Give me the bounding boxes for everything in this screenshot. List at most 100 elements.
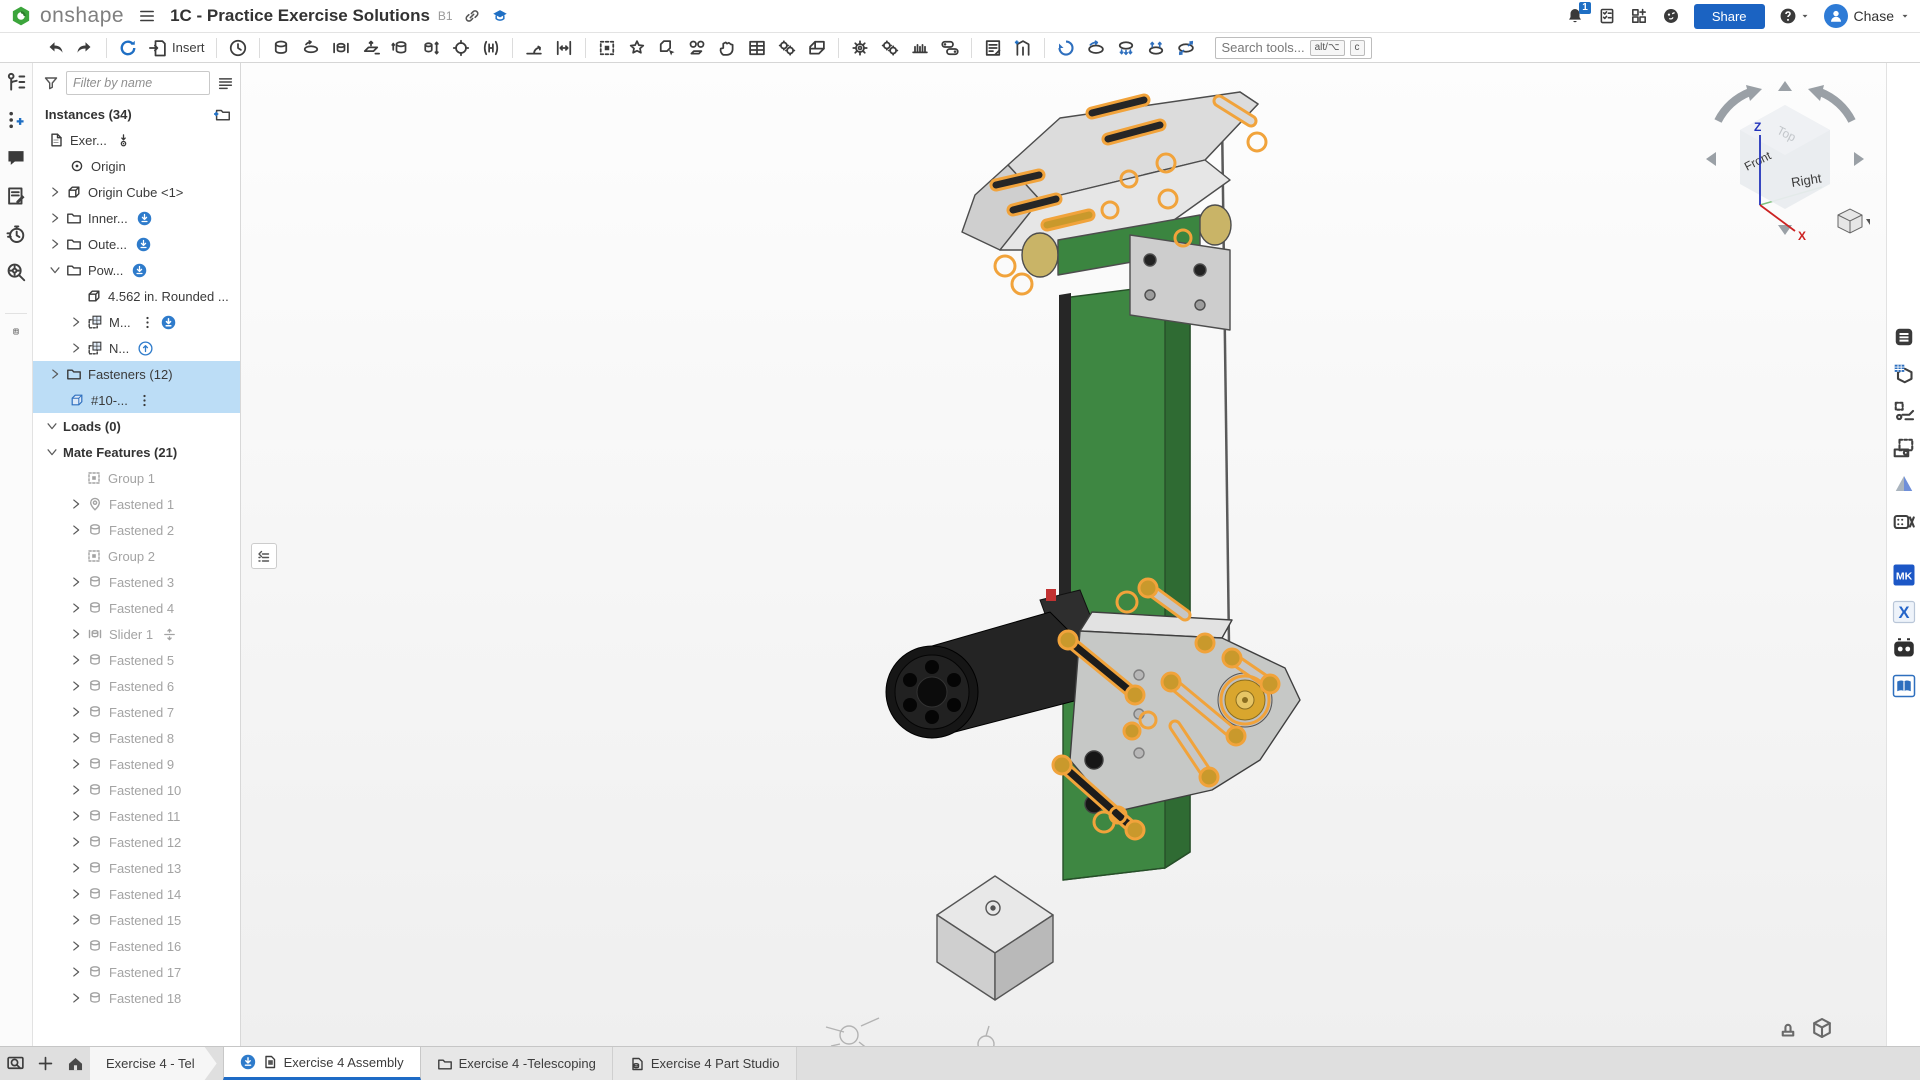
drawing-button[interactable]	[978, 35, 1008, 61]
rack-relation-button[interactable]	[905, 35, 935, 61]
app-xometry-icon[interactable]: X	[1892, 600, 1916, 624]
view-cube[interactable]: Y Top Front Right Z X	[1700, 77, 1870, 252]
chevron-right-icon[interactable]	[48, 367, 62, 381]
pattern-button[interactable]	[682, 35, 712, 61]
chevron-right-icon[interactable]	[69, 523, 83, 537]
rotate-view-button[interactable]	[1051, 35, 1081, 61]
mate-ball-button[interactable]	[446, 35, 476, 61]
new-tab-plus-icon[interactable]	[30, 1047, 60, 1080]
tree-item-4-562-in-rounded[interactable]: 4.562 in. Rounded ...	[33, 283, 240, 309]
tree-item-fastened-7[interactable]: Fastened 7	[33, 699, 240, 725]
sheet-metal-button[interactable]	[802, 35, 832, 61]
interference-button[interactable]	[772, 35, 802, 61]
download-badge-small-icon[interactable]	[161, 315, 176, 330]
tab-exercise-4-telescoping[interactable]: Exercise 4 -Telescoping	[421, 1047, 613, 1080]
display-list-icon[interactable]	[1892, 325, 1916, 349]
chevron-right-icon[interactable]	[69, 731, 83, 745]
insert-button[interactable]: Insert	[143, 35, 210, 61]
comments-icon[interactable]	[5, 147, 27, 169]
chevron-right-icon[interactable]	[69, 679, 83, 693]
search-tabs-icon[interactable]	[0, 1047, 30, 1080]
tree-item-inner[interactable]: Inner...	[33, 205, 240, 231]
belt-relation-button[interactable]	[935, 35, 965, 61]
chevron-right-icon[interactable]	[69, 315, 83, 329]
panel-flyout-button[interactable]	[251, 543, 277, 569]
help-icon[interactable]	[1779, 7, 1797, 25]
chevron-right-icon[interactable]	[69, 575, 83, 589]
home-tab-icon[interactable]	[60, 1047, 90, 1080]
tree-item-fastened-2[interactable]: Fastened 2	[33, 517, 240, 543]
origin-cube[interactable]	[937, 876, 1053, 1000]
chevron-right-icon[interactable]	[69, 497, 83, 511]
chevron-right-icon[interactable]	[69, 939, 83, 953]
mate-parallel-button[interactable]	[476, 35, 506, 61]
download-badge-icon[interactable]	[136, 237, 151, 252]
dots-icon[interactable]	[137, 393, 152, 408]
filter-funnel-icon[interactable]	[43, 75, 59, 91]
replicate-button[interactable]	[652, 35, 682, 61]
perspective-cube-icon[interactable]	[1810, 1016, 1834, 1040]
chevron-right-icon[interactable]	[69, 861, 83, 875]
chevron-right-icon[interactable]	[69, 705, 83, 719]
rotate-right-arrow[interactable]	[1820, 92, 1852, 121]
mate-connector-button[interactable]	[622, 35, 652, 61]
chevron-right-icon[interactable]	[69, 913, 83, 927]
rotate-up-arrow[interactable]	[1778, 81, 1792, 91]
group-button[interactable]	[592, 35, 622, 61]
learning-center-icon[interactable]	[491, 7, 509, 25]
mate-revolute-button[interactable]	[296, 35, 326, 61]
release-notes-icon[interactable]	[5, 185, 27, 207]
tree-item-exer[interactable]: Exer...	[33, 127, 240, 153]
tree-item-fastened-14[interactable]: Fastened 14	[33, 881, 240, 907]
exploded-view-button[interactable]	[1111, 35, 1141, 61]
tree-item-pow[interactable]: Pow...	[33, 257, 240, 283]
tree-item-fastened-17[interactable]: Fastened 17	[33, 959, 240, 985]
assembly-3d-model[interactable]	[241, 63, 1886, 1046]
chevron-right-icon[interactable]	[69, 991, 83, 1005]
bom-panel-icon[interactable]	[1892, 362, 1916, 386]
tree-item-fastened-16[interactable]: Fastened 16	[33, 933, 240, 959]
mate-cylindrical-button[interactable]	[386, 35, 416, 61]
history-icon[interactable]	[5, 223, 27, 245]
frame-button[interactable]	[1008, 35, 1038, 61]
tree-item-fastened-3[interactable]: Fastened 3	[33, 569, 240, 595]
mate-fastened-button[interactable]	[266, 35, 296, 61]
tangent-mate-button[interactable]	[519, 35, 549, 61]
shortcuts-panel-icon[interactable]	[1892, 510, 1916, 534]
animate-button[interactable]	[1141, 35, 1171, 61]
tab-exercise-4-tel[interactable]: Exercise 4 - Tel	[90, 1047, 217, 1080]
gear-relation-button[interactable]	[875, 35, 905, 61]
version-badge[interactable]: B1	[438, 9, 453, 23]
tree-item-fastened-6[interactable]: Fastened 6	[33, 673, 240, 699]
tree-item-oute[interactable]: Oute...	[33, 231, 240, 257]
chevron-down-icon[interactable]	[45, 419, 59, 433]
download-badge-icon[interactable]	[240, 1054, 256, 1070]
mate-slider-button[interactable]	[326, 35, 356, 61]
tree-item-fastened-12[interactable]: Fastened 12	[33, 829, 240, 855]
help-caret-icon[interactable]	[1800, 7, 1810, 25]
chevron-right-icon[interactable]	[69, 887, 83, 901]
tasks-icon[interactable]	[1598, 7, 1616, 25]
tree-item-fastened-11[interactable]: Fastened 11	[33, 803, 240, 829]
rotate-east-arrow[interactable]	[1854, 152, 1864, 166]
tab-exercise-4-assembly[interactable]: Exercise 4 Assembly	[223, 1047, 421, 1080]
redo-button[interactable]	[70, 35, 100, 61]
undo-button[interactable]	[40, 35, 70, 61]
app-documentation-icon[interactable]	[1892, 674, 1916, 698]
properties-checklist-icon[interactable]	[5, 313, 27, 335]
tree-item-fastened-15[interactable]: Fastened 15	[33, 907, 240, 933]
tree-item-slider-1[interactable]: Slider 1	[33, 621, 240, 647]
main-menu-icon[interactable]	[138, 7, 156, 25]
search-tools-input[interactable]: Search tools... alt/⌥ c	[1215, 37, 1372, 59]
share-button[interactable]: Share	[1694, 4, 1765, 29]
view-mode-caret-icon[interactable]	[1866, 219, 1870, 225]
tree-item-fastened-8[interactable]: Fastened 8	[33, 725, 240, 751]
tree-item-fastened-4[interactable]: Fastened 4	[33, 595, 240, 621]
tree-item-fastened-10[interactable]: Fastened 10	[33, 777, 240, 803]
loads-section-header[interactable]: Loads (0)	[33, 413, 240, 439]
rotate-left-arrow[interactable]	[1718, 92, 1750, 121]
chevron-right-icon[interactable]	[48, 237, 62, 251]
limit-mate-button[interactable]	[549, 35, 579, 61]
tree-item-fastened-13[interactable]: Fastened 13	[33, 855, 240, 881]
chevron-right-icon[interactable]	[48, 211, 62, 225]
